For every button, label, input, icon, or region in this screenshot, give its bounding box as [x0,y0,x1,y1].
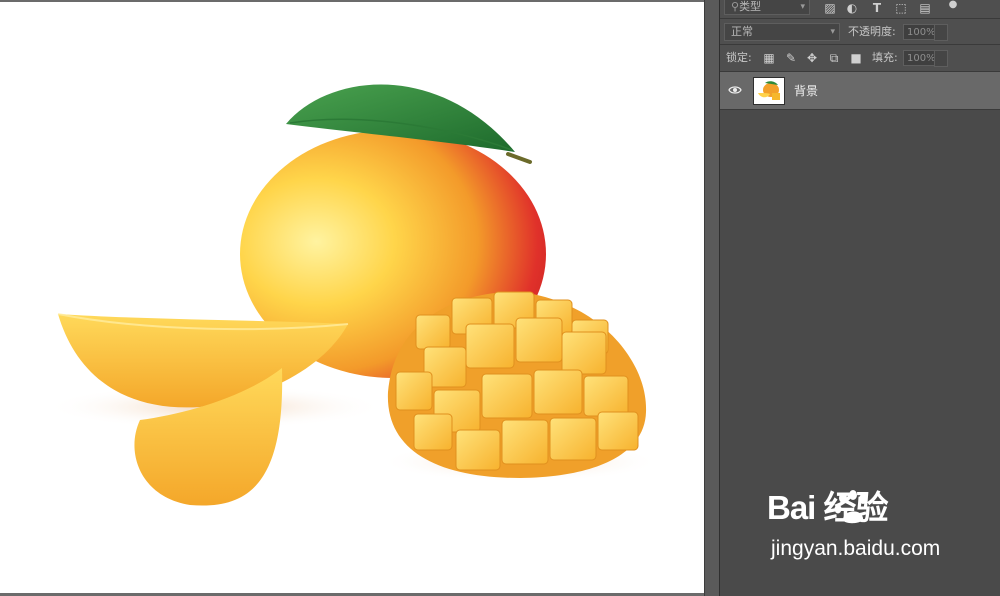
lock-position-icon[interactable]: ✥ [805,51,819,65]
layer-name: 背景 [794,84,819,98]
document-canvas[interactable] [0,2,704,593]
blend-mode-select[interactable]: 正常 ▾ [724,23,840,41]
blend-mode-value: 正常 [731,25,753,38]
eye-icon[interactable] [728,83,742,97]
canvas-scroll-strip[interactable] [704,0,719,596]
lock-label: 锁定: [726,51,752,64]
fill-field[interactable]: 100% [903,50,948,67]
layer-thumbnail [753,77,785,105]
chevron-down-icon: ▾ [800,2,805,12]
image-filter-icon[interactable]: ▨ [823,1,837,15]
opacity-field[interactable]: 100% [903,24,948,41]
lock-artboard-icon[interactable]: ⧉ [827,51,841,65]
canvas-area[interactable] [0,0,710,596]
adjustment-filter-icon[interactable]: ◐ [845,1,859,15]
layer-filter-kind-select[interactable]: ⚲类型 ▾ [724,0,810,15]
fill-label: 填充: [872,51,898,64]
lock-all-icon[interactable]: ■ [849,51,863,65]
watermark-url: jingyan.baidu.com [771,537,941,560]
opacity-value: 100% [907,27,936,38]
lock-image-pixels-icon[interactable]: ✎ [784,51,798,65]
blend-opacity-row: 正常 ▾ 不透明度: 100% [720,19,1000,45]
lock-transparent-pixels-icon[interactable]: ▦ [762,51,776,65]
type-filter-icon[interactable]: T [870,1,884,15]
shape-filter-icon[interactable]: ⬚ [894,1,908,15]
fill-value: 100% [907,53,936,64]
lock-fill-row: 锁定: ▦ ✎ ✥ ⧉ ■ 填充: 100% [720,45,1000,72]
baidu-jingyan-watermark: Bai 经验 jingyan.baidu.com [767,488,987,578]
chevron-down-icon: ▾ [830,27,835,37]
layer-row-background[interactable]: 背景 [720,72,1000,110]
opacity-dropdown-button[interactable] [934,24,948,41]
mango-artwork [45,84,660,506]
layer-filter-bar: ⚲类型 ▾ ▨ ◐ T ⬚ ▤ ● [720,0,1000,19]
filter-toggle-icon[interactable]: ● [946,0,960,12]
baidu-paw-icon [834,490,867,524]
opacity-label: 不透明度: [848,25,896,38]
smart-object-filter-icon[interactable]: ▤ [918,1,932,15]
filter-kind-label: 类型 [739,0,762,13]
fill-dropdown-button[interactable] [934,50,948,67]
